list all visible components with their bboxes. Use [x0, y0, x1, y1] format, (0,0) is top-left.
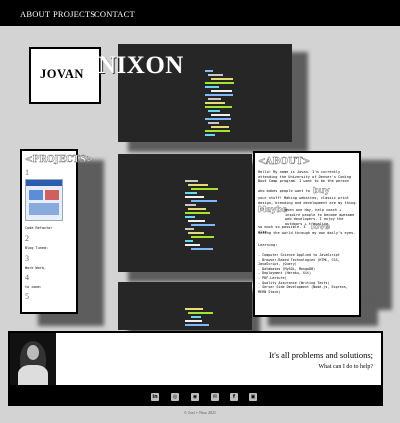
portfolio-icon[interactable]: ▣ [249, 393, 257, 401]
code-line [205, 118, 231, 120]
code-line [191, 200, 217, 202]
thumbnail-header [26, 180, 62, 186]
code-line [188, 184, 208, 186]
first-name: JOVAN [40, 67, 84, 81]
code-line [185, 180, 198, 182]
avatar-body [18, 365, 48, 385]
code-line [191, 188, 218, 190]
thumbnail-image [29, 190, 43, 200]
github-glyph: ◎ [172, 394, 178, 400]
code-line [185, 212, 210, 214]
code-line [185, 320, 202, 322]
linkedin-icon[interactable]: in [151, 393, 159, 401]
thumbnail-image [45, 190, 59, 200]
copyright: © Jovi + Nixo 2021 [184, 410, 216, 415]
project-number: 2 [25, 234, 29, 243]
code-line [191, 236, 214, 238]
code-line [205, 134, 215, 136]
code-line [211, 114, 230, 116]
code-line [185, 216, 195, 218]
portfolio-glyph: ▣ [250, 394, 256, 400]
spotify-glyph: ◉ [192, 394, 198, 400]
banner-quote: It's all problems and solutions; [269, 350, 373, 360]
about-title: <ABOUT> [258, 157, 311, 168]
code-line [208, 122, 219, 124]
about-text: who makes people want to [258, 189, 310, 193]
project-label: Work Work, [25, 266, 47, 270]
about-paragraph: seeing the world through my own daily’s … [258, 231, 356, 235]
code-line [191, 316, 201, 318]
code-line [188, 220, 205, 222]
about-highlight-word: Maybe [258, 205, 288, 214]
code-line [208, 74, 223, 76]
project-number: 1 [25, 168, 29, 177]
nav-about-link[interactable]: ABOUT [20, 9, 50, 19]
code-line [205, 130, 230, 132]
code-line [188, 232, 204, 234]
linkedin-glyph: in [152, 394, 158, 400]
code-line [185, 240, 193, 242]
code-line [205, 106, 232, 108]
code-line [185, 192, 197, 194]
nav-projects-link[interactable]: PROJECTS [53, 9, 95, 19]
about-paragraph: Hello! My name is Jovan. I'm currently a… [258, 170, 352, 184]
twitter-glyph: ✉ [212, 394, 218, 400]
code-line [205, 70, 213, 72]
code-line [205, 102, 225, 104]
code-panel-middle [118, 154, 252, 272]
project-number: 5 [25, 292, 29, 301]
avatar [10, 333, 56, 385]
code-line [208, 110, 220, 112]
code-line [205, 86, 219, 88]
contact-banner: It's all problems and solutions; What ca… [8, 331, 383, 387]
twitter-icon[interactable]: ✉ [211, 393, 219, 401]
github-icon[interactable]: ◎ [171, 393, 179, 401]
code-line [211, 126, 229, 128]
code-line [211, 78, 233, 80]
project-label: Blog Tuned: [25, 246, 49, 250]
projects-card: <PROJECTS> 1 Code Refactor 2 Blog Tuned:… [20, 149, 94, 314]
code-line [185, 204, 196, 206]
code-line [205, 94, 233, 96]
code-line [185, 244, 200, 246]
code-line [185, 228, 194, 230]
project-number: 4 [25, 273, 29, 282]
avatar-face [27, 345, 39, 360]
code-line [191, 224, 215, 226]
learning-item: - Server Side Development (Node.js, Expr… [258, 285, 348, 294]
code-line [185, 308, 203, 310]
project-label: Code Refactor [25, 226, 53, 230]
projects-title: <PROJECTS> [25, 155, 94, 166]
about-line: who makes people want to buy [258, 186, 358, 196]
project-number: 3 [25, 254, 29, 263]
about-card: <ABOUT> Hello! My name is Jovan. I'm cur… [253, 151, 361, 317]
code-line [188, 208, 206, 210]
learning-item: - Browser-Based Technologies (HTML, CSS,… [258, 257, 340, 267]
code-line [185, 196, 204, 198]
learning-heading: Learning: [258, 243, 278, 247]
top-nav: ABOUT PROJECTS CONTACT [0, 0, 400, 26]
code-line [211, 90, 232, 92]
facebook-glyph: f [232, 394, 236, 400]
code-panel-bottom [118, 282, 252, 330]
about-highlight-word: buy [313, 186, 330, 195]
about-paragraph: your stuff! Making websites, classic pri… [258, 196, 358, 205]
footer: in ◎ ◉ ✉ f ▣ [8, 387, 383, 406]
nav-contact-link[interactable]: CONTACT [94, 9, 135, 19]
banner-question: What can I do to help? [318, 364, 373, 370]
code-line [205, 82, 234, 84]
thumbnail-image [29, 203, 59, 215]
learning-list: - Computer Science Applied to JavaScript… [258, 253, 358, 294]
code-line [185, 324, 209, 326]
project-thumbnail[interactable] [25, 179, 63, 221]
spotify-icon[interactable]: ◉ [191, 393, 199, 401]
last-name: NIXON [98, 52, 184, 79]
code-line [208, 98, 221, 100]
about-highlight-word: love [311, 222, 330, 231]
facebook-icon[interactable]: f [230, 393, 238, 401]
project-label: to come: [25, 285, 42, 289]
code-line [191, 248, 213, 250]
code-line [188, 312, 213, 314]
